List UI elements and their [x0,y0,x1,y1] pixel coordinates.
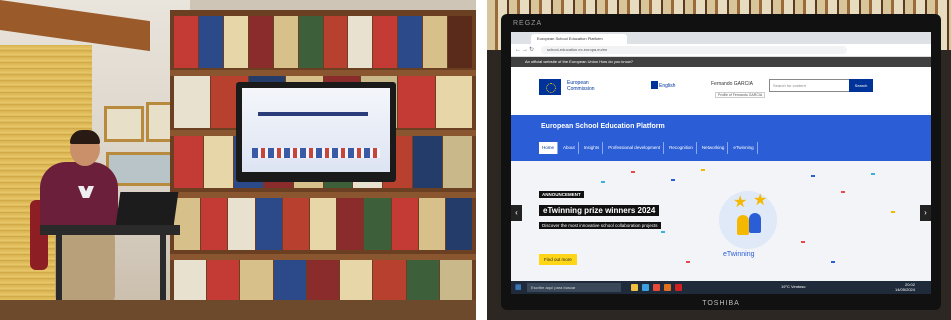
etwinning-label: eTwinning [723,251,755,258]
monitor-brand-top: REGZA [513,20,543,27]
language-icon [651,81,658,89]
user-tooltip: Profile of Fernando GARCIA [715,92,766,98]
edge-icon[interactable] [642,284,649,291]
browser-tab[interactable]: European School Education Platform [531,34,627,44]
main-menu: Home About Insights Professional develop… [539,142,758,154]
person-hoodie [40,162,118,234]
find-out-more-button[interactable]: Find out more [539,254,577,265]
photo-right-monitor: REGZA TOSHIBA European School Education … [487,0,951,320]
hero-title: eTwinning prize winners 2024 [539,205,660,216]
monitor-brand-bottom: TOSHIBA [702,300,740,307]
menu-item-recognition[interactable]: Recognition [666,142,697,154]
file-explorer-icon[interactable] [631,284,638,291]
hero-subtitle: Discover the most innovative school coll… [539,222,661,229]
photo-left-classroom [0,0,476,320]
user-menu[interactable]: Fernando GARCIA [711,81,753,87]
carousel-next-icon[interactable]: › [920,205,931,221]
platform-band: European School Education Platform Home … [511,115,931,161]
taskbar-clock[interactable]: 20:02 14/05/2024 [895,282,915,292]
menu-item-professional-development[interactable]: Professional development [605,142,665,154]
confetti [601,181,605,183]
tv-screen [242,88,390,172]
forward-arrow-icon[interactable]: → [522,46,528,54]
taskbar-search[interactable]: Escribe aquí para buscar [527,283,621,292]
person-figure-icon [737,215,749,235]
star-icon: ★ [733,194,748,211]
wall-frame [104,106,144,142]
windows-taskbar: ▦ Escribe aquí para buscar 19°C Ventoso … [511,281,931,294]
official-eu-bar: An official website of the European Unio… [511,57,931,67]
confetti [661,231,665,233]
clock-date: 14/05/2024 [894,287,915,292]
book-row [174,16,473,68]
confetti [831,261,835,263]
browser-tabbar: European School Education Platform [511,32,931,44]
site-header: European Commission English Fernando GAR… [511,67,931,115]
person-figure-icon [749,213,761,233]
windows-start-icon[interactable]: ▦ [515,284,522,291]
eu-flag-icon[interactable] [539,79,561,95]
back-arrow-icon[interactable]: ← [515,46,521,54]
menu-item-about[interactable]: About [560,142,579,154]
confetti [811,175,815,177]
confetti [631,171,635,173]
confetti [701,169,705,171]
hero-banner: ANNOUNCEMENT eTwinning prize winners 202… [511,161,931,281]
announcement-tag: ANNOUNCEMENT [539,191,584,198]
tv-screen-heading [258,112,368,116]
menu-item-home[interactable]: Home [539,142,559,154]
confetti [841,191,845,193]
menu-item-networking[interactable]: Networking [699,142,729,154]
browser-toolbar: ← → ↻ school-education.ec.europa.eu/en [511,44,931,57]
monitor: REGZA TOSHIBA European School Education … [501,14,941,310]
monitor-screen: European School Education Platform ← → ↻… [511,32,931,294]
ec-name-line2: Commission [567,86,595,92]
chrome-icon[interactable] [653,284,660,291]
star-icon: ★ [753,192,768,209]
laptop [115,192,179,226]
person-hair [70,130,100,144]
acrobat-icon[interactable] [675,284,682,291]
confetti [891,211,895,213]
confetti [871,173,875,175]
taskbar-apps [631,284,682,291]
tv-screen-thumbnails [252,148,380,158]
menu-item-insights[interactable]: Insights [581,142,604,154]
confetti [686,261,690,263]
confetti [671,179,675,181]
platform-title: European School Education Platform [541,123,665,130]
floor [0,300,476,320]
search-button[interactable]: Search [849,79,873,92]
language-selector[interactable]: English [659,83,675,89]
ec-logo-text[interactable]: European Commission [567,80,595,92]
reload-icon[interactable]: ↻ [529,46,534,54]
firefox-icon[interactable] [664,284,671,291]
taskbar-weather[interactable]: 19°C Ventoso [781,284,806,289]
etwinning-badge: ★ ★ [719,191,777,249]
person-legs [55,232,115,302]
wall-tv [236,82,396,182]
search-input[interactable]: Search for content [769,79,854,92]
confetti [801,241,805,243]
address-bar[interactable]: school-education.ec.europa.eu/en [541,46,847,54]
book-row [174,198,473,250]
carousel-prev-icon[interactable]: ‹ [511,205,522,221]
menu-item-etwinning[interactable]: eTwinning [730,142,758,154]
